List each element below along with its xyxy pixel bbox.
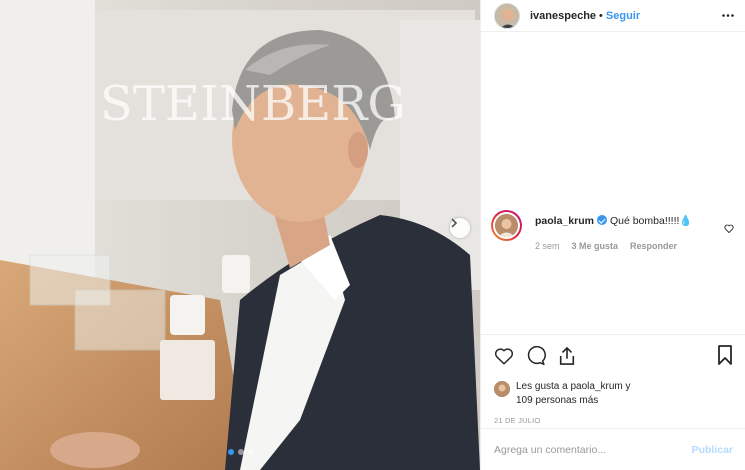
post-actions: Les gusta a paola_krum y 109 personas má… [481, 334, 745, 425]
action-bar [494, 345, 733, 367]
separator-dot: • [599, 9, 603, 22]
post-sidebar: ivanespeche • Seguir paola_krum Qué bomb… [480, 0, 745, 470]
bookmark-icon[interactable] [717, 345, 733, 370]
author-avatar[interactable] [494, 2, 520, 29]
commenter-username[interactable]: paola_krum [535, 215, 594, 227]
more-options-icon[interactable] [721, 8, 735, 22]
avatar-illustration [494, 381, 510, 397]
likes-summary[interactable]: Les gusta a paola_krum y 109 personas má… [494, 380, 733, 408]
avatar-image [495, 3, 519, 28]
carousel-dot [238, 449, 244, 455]
chevron-right-icon [451, 218, 458, 228]
comment-body: paola_krum Qué bomba!!!!!💧 [535, 214, 692, 227]
comment-meta: 2 sem 3 Me gusta Responder [535, 241, 677, 251]
comment-like-heart-icon[interactable] [724, 220, 734, 238]
heart-outline-icon [494, 348, 514, 365]
svg-text:STEINBERG: STEINBERG [100, 76, 406, 132]
commenter-avatar[interactable] [491, 210, 522, 241]
save-bookmark-icon [718, 345, 732, 365]
add-comment-bar: Publicar [481, 428, 745, 470]
heart-icon [724, 224, 734, 234]
post-date[interactable]: 21 DE JULIO [494, 416, 733, 425]
comment-likes[interactable]: 3 Me gusta [572, 241, 619, 251]
carousel-indicator [228, 449, 254, 455]
post-photo[interactable]: STEINBERG [0, 0, 480, 470]
share-icon[interactable] [558, 346, 576, 366]
comment-bubble-icon[interactable] [526, 346, 546, 366]
upload-arrow-icon [559, 347, 575, 365]
verified-badge-icon [596, 215, 607, 225]
photo-illustration: STEINBERG [0, 0, 480, 470]
avatar-ring [493, 212, 520, 239]
ellipsis-icon [722, 13, 734, 17]
carousel-dot [228, 449, 234, 455]
likes-text: Les gusta a paola_krum y 109 personas má… [516, 380, 631, 408]
follow-button[interactable]: Seguir [606, 10, 640, 22]
liker-avatar [494, 381, 510, 397]
likes-line-2: 109 personas más [516, 395, 599, 406]
post-header: ivanespeche • Seguir [481, 0, 745, 32]
comment-text: Qué bomba!!!!!💧 [609, 215, 693, 227]
avatar-image [495, 214, 518, 237]
like-heart-icon[interactable] [494, 347, 514, 365]
carousel-next-button[interactable] [450, 218, 470, 238]
carousel-dot [248, 449, 254, 455]
author-username[interactable]: ivanespeche [530, 10, 596, 22]
speech-bubble-icon [527, 346, 546, 366]
comment-input[interactable] [494, 443, 692, 456]
publish-button[interactable]: Publicar [692, 444, 733, 456]
avatar-illustration [495, 214, 518, 237]
likes-line-1: Les gusta a paola_krum y [516, 381, 631, 392]
comment-time[interactable]: 2 sem [535, 241, 560, 251]
reply-button[interactable]: Responder [630, 241, 677, 251]
